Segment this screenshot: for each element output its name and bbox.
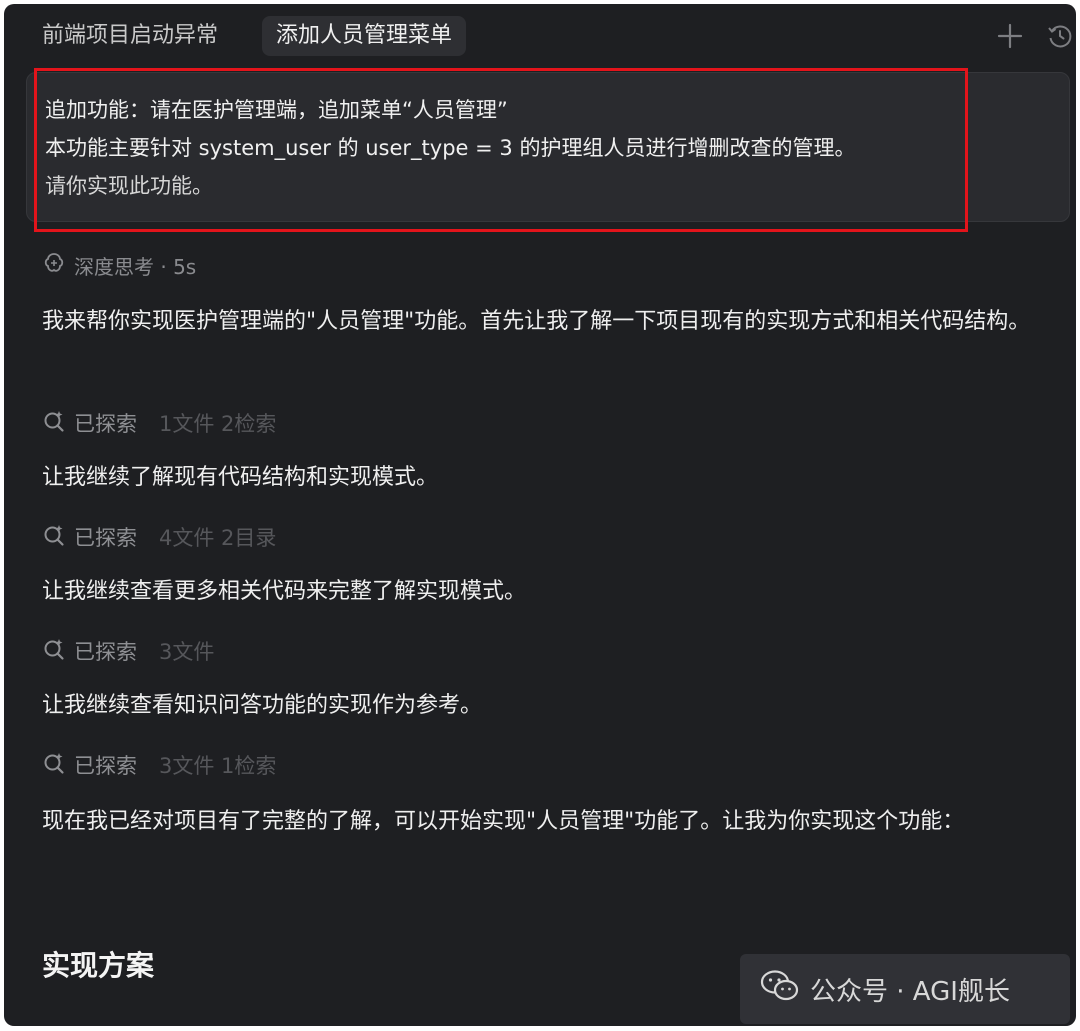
plus-icon[interactable] <box>992 18 1028 54</box>
tab-frontend-startup-error[interactable]: 前端项目启动异常 <box>28 16 232 56</box>
explore-label: 已探索 <box>74 526 137 550</box>
explore-meta: 3文件 1检索 <box>159 754 277 778</box>
exploration-row[interactable]: 已探索 3文件 <box>42 634 214 668</box>
deep-thinking-row[interactable]: 深度思考 · 5s <box>42 248 196 282</box>
explore-label: 已探索 <box>74 754 137 778</box>
explore-icon <box>42 523 66 552</box>
exploration-row[interactable]: 已探索 1文件 2检索 <box>42 406 276 440</box>
thinking-icon <box>42 251 66 280</box>
section-heading: 实现方案 <box>42 949 155 982</box>
explore-meta: 3文件 <box>159 640 215 664</box>
explore-label: 已探索 <box>74 412 137 436</box>
chat-window: 前端项目启动异常 添加人员管理菜单 追加功能：请在医护管理端，追加菜单“人员管理… <box>4 4 1076 1026</box>
prompt-line: 请你实现此功能。 <box>45 174 213 198</box>
explore-icon <box>42 409 66 438</box>
assistant-message: 现在我已经对项目有了完整的了解，可以开始实现"人员管理"功能了。让我为你实现这个… <box>42 809 965 834</box>
prompt-line: 本功能主要针对 system_user 的 user_type = 3 的护理组… <box>45 136 856 160</box>
tab-add-personnel-menu[interactable]: 添加人员管理菜单 <box>262 16 467 56</box>
explore-meta: 4文件 2目录 <box>159 526 277 550</box>
history-icon[interactable] <box>1042 18 1076 54</box>
assistant-message: 我来帮你实现医护管理端的"人员管理"功能。首先让我了解一下项目现有的实现方式和相… <box>42 309 1031 334</box>
exploration-row[interactable]: 已探索 3文件 1检索 <box>42 748 276 782</box>
explore-icon <box>42 637 66 666</box>
thinking-label: 深度思考 · 5s <box>74 254 197 279</box>
exploration-row[interactable]: 已探索 4文件 2目录 <box>42 520 276 554</box>
prompt-line: 追加功能：请在医护管理端，追加菜单“人员管理” <box>45 98 508 122</box>
watermark-text: 公众号 · AGI舰长 <box>810 976 1010 1007</box>
user-prompt-text: 追加功能：请在医护管理端，追加菜单“人员管理” 本功能主要针对 system_u… <box>45 91 1045 205</box>
watermark: 公众号 · AGI舰长 <box>740 954 1070 1024</box>
assistant-message: 让我继续查看知识问答功能的实现作为参考。 <box>42 693 483 718</box>
explore-icon <box>42 751 66 780</box>
explore-meta: 1文件 2检索 <box>159 412 277 436</box>
assistant-message: 让我继续查看更多相关代码来完整了解实现模式。 <box>42 579 527 604</box>
user-prompt-card: 追加功能：请在医护管理端，追加菜单“人员管理” 本功能主要针对 system_u… <box>26 72 1070 222</box>
tab-bar: 前端项目启动异常 添加人员管理菜单 <box>4 4 1076 68</box>
wechat-icon <box>760 969 800 1010</box>
assistant-message: 让我继续了解现有代码结构和实现模式。 <box>42 465 439 490</box>
explore-label: 已探索 <box>74 640 137 664</box>
